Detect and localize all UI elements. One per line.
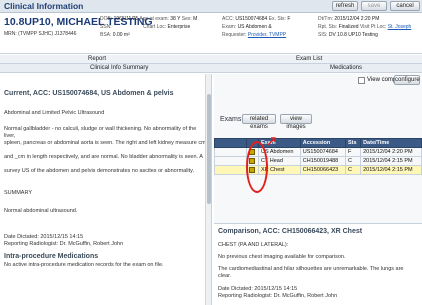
col-header-exam[interactable]: Exam: [258, 138, 301, 148]
report-line: spleen, pancreas or abdominal aorta is s…: [4, 140, 206, 146]
cancel-button[interactable]: cancel: [390, 1, 420, 11]
acc-field: ACC: US150074684 Ex. Sts: F: [222, 16, 291, 22]
date-dictated: Date Dictated: 2015/12/15 14:15: [4, 234, 84, 240]
comparison-line: No previous chest imaging available for …: [218, 254, 346, 260]
status-cell: C: [344, 156, 362, 166]
report-scrollbar[interactable]: [205, 74, 211, 305]
intra-procedure-heading: Intra-procedure Medications: [4, 253, 99, 260]
report-heading: Current, ACC: US150074684, US Abdomen & …: [4, 90, 174, 97]
patient-mrn: MRN: (TVMPP SJHC) J1378446: [4, 31, 77, 37]
report-line: Abdominal and Limited Pelvic Ultrasound: [4, 110, 105, 116]
report-line: Normal abdominal ultrasound.: [4, 208, 78, 214]
table-row[interactable]: US Abdomen US150074684 F 2015/12/04 2:20…: [214, 147, 422, 157]
comparison-heading: Comparison, ACC: CH150066423, XR Chest: [218, 228, 363, 235]
summary-label: SUMMARY: [4, 190, 33, 196]
window-title: Clinical Information: [4, 1, 84, 11]
col-header-select: [214, 138, 247, 148]
report-line: survey US of the abdomen and pelvis demo…: [4, 168, 195, 174]
title-bar: Clinical Information refresh save cancel: [0, 0, 422, 13]
status-cell: F: [344, 147, 362, 157]
ssn-field: SSN: Chart Loc: Enterprise: [100, 24, 191, 30]
col-header-status[interactable]: Sts: [344, 138, 362, 148]
status-cell: C: [344, 165, 362, 175]
sis-field: SIS: DV 10.8 UP10 Testing: [318, 32, 378, 38]
nav-exam-list[interactable]: Exam List: [296, 56, 322, 62]
intra-procedure-text: No active intra-procedure medication rec…: [4, 262, 164, 268]
related-exams-button[interactable]: related exams: [242, 114, 276, 130]
datetime-cell: 2015/12/04 2:20 PM: [360, 147, 422, 157]
comparison-date-dictated: Date Dictated: 2015/12/15 14:15: [218, 286, 298, 292]
col-header-accession[interactable]: Accession: [299, 138, 346, 148]
tab-medications[interactable]: Medications: [330, 65, 362, 71]
comparison-line: CHEST (PA AND LATERAL):: [218, 242, 289, 248]
patient-banner: 10.8UP10, MICHAEL TESTING MRN: (TVMPP SJ…: [0, 14, 422, 54]
refresh-button[interactable]: refresh: [332, 1, 358, 11]
datetime-cell: 2015/12/04 2:15 PM: [360, 165, 422, 175]
tab-strip: Clinical Info Summary Medications: [0, 64, 422, 73]
comparison-line: The cardiomediastinal and hilar silhouet…: [218, 266, 404, 279]
col-header-datetime[interactable]: Date/Time: [360, 138, 422, 148]
scrollbar-thumb[interactable]: [207, 94, 211, 204]
save-button[interactable]: save: [361, 1, 387, 11]
tab-clinical-info-summary[interactable]: Clinical Info Summary: [90, 65, 148, 71]
view-images-button[interactable]: view images: [280, 114, 312, 130]
report-line: Normal gallbladder - no calculi, sludge …: [4, 126, 197, 139]
datetime-cell: 2015/12/04 2:15 PM: [360, 156, 422, 166]
reporting-radiologist: Reporting Radiologist: Dr. McGuffin, Rob…: [4, 241, 124, 247]
view-compressed-checkbox[interactable]: [358, 77, 365, 84]
requester-field: Requester: Provider, TVMPP: [222, 32, 287, 38]
section-nav: Report Exam List: [0, 55, 422, 64]
arrow-icon: [267, 137, 276, 146]
accession-cell: CH150066423: [299, 165, 346, 175]
exams-label: Exams: [220, 116, 242, 123]
highlight-circle: [246, 141, 268, 193]
datetime-field: Dt/Tm: 2015/12/04 2:20 PM: [318, 16, 380, 22]
nav-report[interactable]: Report: [88, 56, 106, 62]
report-line: and _cm in length respectively, and are …: [4, 154, 203, 160]
bsa-field: BSA: 0.00 m²: [100, 32, 130, 38]
dob-field: DOB: 1965/11/25 Age at exam: 38 Y Sex: M: [100, 16, 198, 22]
report-panel: Current, ACC: US150074684, US Abdomen & …: [0, 74, 212, 305]
accession-cell: US150074684: [299, 147, 346, 157]
exam-field: Exam: US Abdomen &: [222, 24, 272, 30]
configure-button[interactable]: configure: [394, 75, 420, 85]
comparison-panel: Comparison, ACC: CH150066423, XR Chest C…: [214, 223, 422, 305]
report-status-field: Rpt. Sts: Finalized Visit Pt Loc: St. Jo…: [318, 24, 412, 30]
comparison-radiologist: Reporting Radiologist: Dr. McGuffin, Rob…: [218, 293, 338, 299]
accession-cell: CH150019488: [299, 156, 346, 166]
